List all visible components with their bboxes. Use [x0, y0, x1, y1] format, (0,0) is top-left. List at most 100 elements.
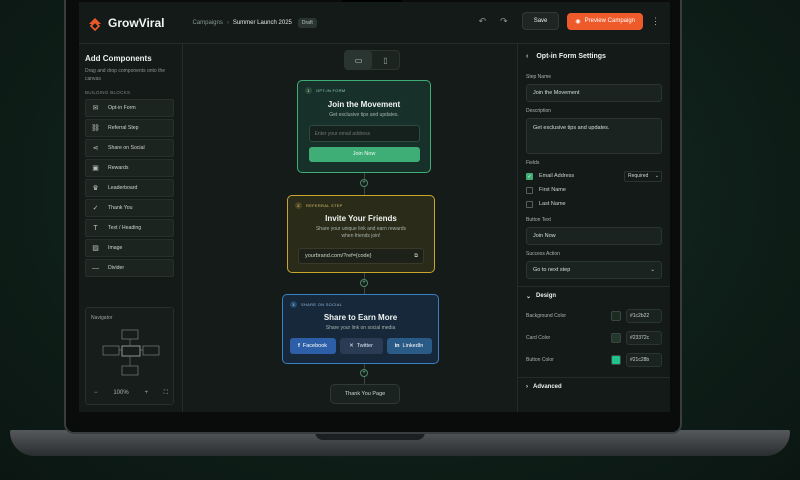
design-section-toggle[interactable]: ⌄ Design: [526, 287, 662, 305]
description-label: Description: [526, 108, 552, 114]
components-sidebar: Add Components Drag and drop components …: [79, 44, 183, 412]
component-share-social[interactable]: ⋖ Share on Social: [85, 139, 174, 157]
save-button[interactable]: Save: [521, 12, 560, 30]
checkbox-icon[interactable]: [526, 186, 533, 194]
step-card-thank-you[interactable]: Thank You Page: [330, 384, 400, 404]
status-badge: Draft: [297, 17, 317, 28]
color-swatch[interactable]: [611, 333, 621, 343]
desktop-view-button[interactable]: ▭: [345, 51, 372, 69]
section-heading: BUILDING BLOCKS: [85, 90, 131, 95]
component-opt-in-form[interactable]: ✉ Opt-in Form: [85, 99, 174, 117]
add-step-icon[interactable]: +: [360, 279, 368, 287]
button-text-input[interactable]: Join Now: [526, 227, 662, 245]
step-card-share[interactable]: 3 SHARE ON SOCIAL Share to Earn More Shar…: [282, 294, 439, 364]
success-action-label: Success Action: [526, 251, 560, 257]
component-rewards[interactable]: ▣ Rewards: [85, 159, 174, 177]
color-hex-input[interactable]: #21c28b: [626, 353, 662, 367]
step-tag: OPT-IN FORM: [316, 88, 346, 93]
field-first-name[interactable]: First Name: [526, 183, 662, 197]
success-action-select[interactable]: Go to next step ⌄: [526, 261, 662, 279]
field-last-name[interactable]: Last Name: [526, 197, 662, 211]
settings-title: Opt-in Form Settings: [536, 52, 606, 60]
component-referral-step[interactable]: ⛓ Referral Step: [85, 119, 174, 137]
more-icon[interactable]: ⋮: [651, 16, 660, 27]
navigator-title: Navigator: [91, 315, 113, 321]
step-description: Share your link on social media: [325, 325, 396, 331]
chevron-down-icon: ⌄: [526, 293, 532, 300]
step-description: Get exclusive tips and updates.: [329, 112, 399, 118]
color-hex-input[interactable]: #1c2b22: [626, 309, 662, 323]
step-description: Share your unique link and earn rewards …: [315, 226, 407, 239]
color-swatch[interactable]: [611, 355, 621, 365]
navigator-panel: Navigator − 100% + ⛶: [85, 307, 174, 405]
breadcrumb-current: Summer Launch 2025: [232, 19, 292, 26]
text-icon: T: [93, 224, 98, 232]
description-textarea[interactable]: Get exclusive tips and updates.: [526, 118, 662, 154]
undo-icon[interactable]: ↶: [479, 16, 487, 27]
step-card-opt-in[interactable]: 1 OPT-IN FORM Join the Movement Get exclu…: [297, 80, 431, 173]
twitter-share-button[interactable]: ✕ Twitter: [339, 338, 383, 354]
fields-label: Fields: [526, 160, 540, 166]
builder-canvas[interactable]: ▭ ▯ 1 OPT-IN FORM Join the Movement Get e…: [184, 44, 517, 412]
step-number: 2: [295, 202, 302, 209]
redo-icon[interactable]: ↷: [500, 16, 508, 27]
mobile-icon: ▯: [383, 55, 388, 65]
trophy-icon: ♛: [92, 184, 99, 192]
component-image[interactable]: ▨ Image: [85, 239, 174, 257]
chevron-down-icon: ⌄: [650, 267, 655, 273]
growviral-logo-icon: [89, 17, 101, 31]
link-icon: ⛓: [91, 124, 100, 132]
step-name-input[interactable]: Join the Movement: [526, 84, 662, 102]
email-input[interactable]: [308, 125, 420, 142]
check-circle-icon: ✓: [92, 204, 99, 212]
component-text-heading[interactable]: T Text / Heading: [85, 219, 174, 237]
color-hex-input[interactable]: #23372c: [626, 331, 662, 345]
chevron-down-icon: ⌄: [654, 172, 659, 179]
step-title: Share to Earn More: [323, 313, 398, 322]
linkedin-share-button[interactable]: in LinkedIn: [386, 338, 432, 354]
add-step-icon[interactable]: +: [360, 179, 368, 187]
zoom-out-icon[interactable]: −: [94, 390, 98, 397]
checkbox-checked-icon[interactable]: ✓: [526, 172, 533, 180]
step-number: 3: [290, 301, 297, 308]
step-card-referral[interactable]: 2 REFERRAL STEP Invite Your Friends Share…: [287, 195, 435, 273]
required-select[interactable]: Required ⌄: [624, 170, 662, 182]
sidebar-title: Add Components: [85, 54, 152, 63]
component-divider[interactable]: — Divider: [85, 259, 174, 277]
mobile-view-button[interactable]: ▯: [372, 51, 399, 69]
color-label: Button Color: [526, 357, 554, 363]
share-icon: ⋖: [92, 144, 99, 152]
advanced-section-toggle[interactable]: › Advanced: [526, 378, 662, 396]
button-color-row: Button Color #21c28b: [526, 349, 662, 371]
gift-icon: ▣: [92, 164, 99, 172]
color-label: Card Color: [526, 335, 551, 341]
eye-icon: ◉: [575, 18, 581, 25]
zoom-in-icon[interactable]: +: [144, 390, 148, 397]
navigator-minimap[interactable]: [100, 328, 162, 380]
join-now-button[interactable]: Join Now: [308, 147, 420, 162]
back-icon[interactable]: ‹: [526, 53, 528, 60]
checkbox-icon[interactable]: [526, 200, 533, 208]
referral-link-field[interactable]: yourbrand.com/?ref={code} ⧉: [298, 248, 424, 264]
color-swatch[interactable]: [611, 311, 621, 321]
step-title: Invite Your Friends: [325, 214, 397, 223]
preview-campaign-button[interactable]: ◉ Preview Campaign: [567, 12, 643, 30]
copy-icon[interactable]: ⧉: [414, 249, 418, 263]
button-text-label: Button Text: [526, 217, 551, 223]
component-thank-you[interactable]: ✓ Thank You: [85, 199, 174, 217]
fit-screen-icon[interactable]: ⛶: [164, 390, 168, 397]
add-step-icon[interactable]: +: [360, 369, 368, 377]
card-color-row: Card Color #23372c: [526, 327, 662, 349]
chevron-right-icon: ›: [526, 384, 528, 390]
breadcrumb-campaigns[interactable]: Campaigns: [192, 20, 222, 26]
mail-icon: ✉: [92, 104, 99, 112]
referral-link: yourbrand.com/?ref={code}: [305, 253, 372, 259]
component-leaderboard[interactable]: ♛ Leaderboard: [85, 179, 174, 197]
background-color-row: Background Color #1c2b22: [526, 305, 662, 327]
facebook-share-button[interactable]: f Facebook: [289, 338, 336, 354]
logo[interactable]: GrowViral: [87, 15, 164, 31]
field-email[interactable]: ✓ Email Address Required ⌄: [526, 169, 662, 183]
sidebar-subtitle: Drag and drop components onto the canvas: [85, 68, 166, 82]
color-label: Background Color: [526, 313, 567, 319]
top-bar: GrowViral Campaigns › Summer Launch 2025…: [79, 2, 670, 44]
